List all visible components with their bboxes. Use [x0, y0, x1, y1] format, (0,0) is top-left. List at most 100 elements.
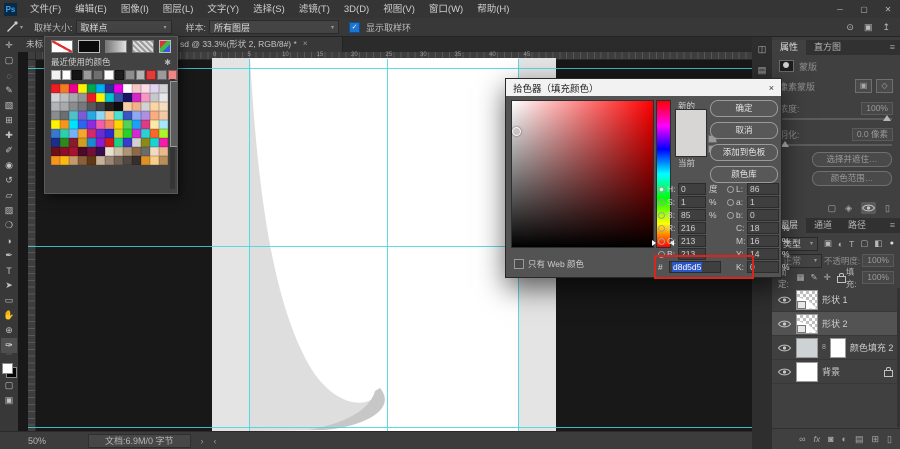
color-swatch[interactable]	[87, 128, 96, 138]
menu-item-6[interactable]: 滤镜(T)	[292, 1, 337, 18]
value-input[interactable]: 18	[747, 222, 779, 234]
color-swatch[interactable]	[60, 128, 69, 138]
color-swatch[interactable]	[159, 110, 168, 120]
layer-row[interactable]: 形状 1	[772, 288, 897, 312]
layer-row[interactable]: 8 颜色填充 2	[772, 336, 897, 360]
value-input[interactable]: 86	[747, 183, 779, 195]
screen-mode-button[interactable]: ▣	[1, 393, 17, 408]
color-swatch[interactable]	[114, 119, 123, 129]
delete-mask-icon[interactable]: ▯	[885, 203, 890, 214]
color-swatch[interactable]	[96, 101, 105, 111]
color-swatch[interactable]	[78, 110, 87, 120]
clone-stamp-tool[interactable]: ◉	[1, 158, 17, 173]
layer-thumbnail[interactable]	[796, 361, 818, 382]
color-swatch[interactable]	[69, 137, 78, 147]
color-swatch[interactable]	[150, 110, 159, 120]
value-input[interactable]: 85	[678, 209, 706, 221]
delete-layer-icon[interactable]: ▯	[887, 434, 892, 445]
color-swatch[interactable]	[51, 146, 60, 156]
color-swatch[interactable]	[60, 155, 69, 165]
color-swatch[interactable]	[105, 83, 114, 93]
lock-position-icon[interactable]: ✛	[824, 272, 831, 283]
color-swatch[interactable]	[141, 110, 150, 120]
value-input[interactable]: 213	[678, 235, 706, 247]
color-swatch[interactable]	[132, 128, 141, 138]
value-input[interactable]: 1	[747, 196, 779, 208]
value-input[interactable]: 16	[747, 235, 779, 247]
no-color-button[interactable]	[51, 40, 73, 53]
color-swatch[interactable]	[69, 83, 78, 93]
color-swatch[interactable]	[87, 137, 96, 147]
color-swatch[interactable]	[96, 155, 105, 165]
value-input[interactable]: 216	[678, 222, 706, 234]
gradient-button[interactable]	[105, 40, 127, 53]
recent-swatch[interactable]	[146, 70, 156, 80]
color-swatch[interactable]	[114, 101, 123, 111]
new-group-icon[interactable]: ▤	[855, 434, 864, 445]
color-swatch[interactable]	[114, 128, 123, 138]
menu-item-4[interactable]: 文字(Y)	[200, 1, 246, 18]
layer-row[interactable]: 背景	[772, 360, 897, 384]
radio-b[interactable]	[727, 211, 734, 219]
dialog-title-bar[interactable]: 拾色器（填充颜色） ×	[506, 79, 781, 96]
color-swatch[interactable]	[159, 137, 168, 147]
guide-vertical-2[interactable]	[387, 59, 388, 432]
saturation-brightness-field[interactable]	[511, 100, 654, 248]
color-swatch[interactable]	[114, 83, 123, 93]
color-swatch[interactable]	[141, 137, 150, 147]
quick-selection-tool[interactable]: ✎	[1, 83, 17, 98]
color-swatch[interactable]	[132, 92, 141, 102]
color-swatch[interactable]	[69, 92, 78, 102]
mask-apply-icon[interactable]: ◈	[845, 203, 852, 214]
color-swatch[interactable]	[78, 92, 87, 102]
color-swatch[interactable]	[123, 110, 132, 120]
swatches-scrollbar[interactable]	[170, 79, 177, 189]
add-vector-mask-button[interactable]: ◇	[876, 79, 893, 93]
menu-item-5[interactable]: 选择(S)	[246, 1, 292, 18]
lock-transparency-icon[interactable]: ▦	[796, 272, 804, 283]
color-swatch[interactable]	[132, 110, 141, 120]
color-swatch[interactable]	[78, 137, 87, 147]
color-swatch[interactable]	[123, 92, 132, 102]
web-colors-only-checkbox[interactable]	[514, 259, 524, 269]
tab-paths[interactable]: 路径	[840, 218, 874, 233]
search-icon[interactable]: ⊙	[846, 22, 854, 33]
color-swatch[interactable]	[96, 110, 105, 120]
show-sampling-ring-checkbox[interactable]: ✓	[349, 21, 361, 33]
filter-smart-objects-icon[interactable]: ◧	[874, 238, 882, 249]
guide-horizontal-3[interactable]	[28, 427, 752, 428]
path-selection-tool[interactable]: ➤	[1, 278, 17, 293]
color-swatch[interactable]	[51, 101, 60, 111]
color-swatch[interactable]	[60, 137, 69, 147]
color-swatch[interactable]	[69, 110, 78, 120]
color-swatch[interactable]	[69, 101, 78, 111]
color-swatch[interactable]	[141, 92, 150, 102]
cancel-button[interactable]: 取消	[710, 122, 778, 139]
color-swatch[interactable]	[78, 101, 87, 111]
color-swatch[interactable]	[114, 92, 123, 102]
panel-menu-icon[interactable]: ≡	[885, 218, 900, 233]
share-icon[interactable]: ↥	[882, 22, 890, 33]
color-swatch[interactable]	[51, 110, 60, 120]
pattern-button[interactable]	[132, 40, 154, 53]
radio-S[interactable]	[658, 198, 665, 206]
collapse-panel-icon[interactable]: ▤	[758, 65, 767, 76]
density-slider[interactable]	[780, 115, 892, 121]
mask-visibility-icon[interactable]	[861, 202, 877, 214]
filter-shape-layers-icon[interactable]: ▢	[860, 238, 868, 249]
color-swatch[interactable]	[69, 128, 78, 138]
marquee-tool[interactable]: ▢	[1, 53, 17, 68]
color-swatch[interactable]	[123, 146, 132, 156]
dialog-close-icon[interactable]: ×	[769, 83, 774, 93]
blur-tool[interactable]: ❍	[1, 218, 17, 233]
value-input[interactable]: 1	[678, 196, 706, 208]
color-swatch[interactable]	[132, 146, 141, 156]
tab-properties[interactable]: 属性	[772, 40, 807, 55]
radio-B[interactable]	[658, 211, 665, 219]
new-adjustment-layer-icon[interactable]: ◐	[842, 434, 847, 444]
eraser-tool[interactable]: ▱	[1, 188, 17, 203]
color-picker-button[interactable]	[159, 40, 171, 53]
color-swatch[interactable]	[150, 92, 159, 102]
feather-slider-knob[interactable]	[781, 141, 790, 147]
mask-load-selection-icon[interactable]: ▢	[828, 203, 837, 214]
